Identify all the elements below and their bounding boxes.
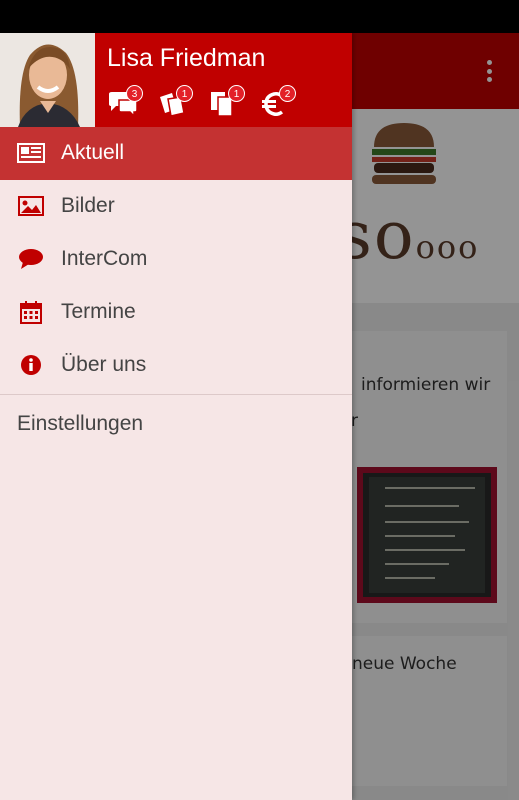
info-icon: [17, 353, 45, 377]
menu-label-termine: Termine: [61, 300, 136, 323]
payments-counter[interactable]: 2: [260, 85, 300, 119]
menu-item-aktuell[interactable]: Aktuell: [0, 127, 352, 180]
menu-item-termine[interactable]: Termine: [0, 286, 352, 339]
menu-label-ueber-uns: Über uns: [61, 353, 147, 376]
navigation-drawer: Lisa Friedman 3 1 1 2 Aktuell Bilder Int…: [0, 33, 352, 800]
drawer-header: Lisa Friedman 3 1 1 2: [0, 33, 352, 127]
calendar-icon: [17, 300, 45, 324]
avatar[interactable]: [0, 33, 95, 127]
documents-counter[interactable]: 1: [209, 85, 249, 119]
documents-badge: 1: [228, 85, 245, 102]
settings-item[interactable]: Einstellungen: [0, 395, 352, 455]
menu-item-intercom[interactable]: InterCom: [0, 233, 352, 286]
newspaper-icon: [17, 141, 45, 165]
menu-label-aktuell: Aktuell: [61, 141, 125, 164]
user-photo: [0, 33, 95, 127]
status-bar: [0, 0, 519, 33]
menu-item-ueber-uns[interactable]: Über uns: [0, 339, 352, 392]
messages-counter[interactable]: 3: [107, 85, 147, 119]
menu-label-intercom: InterCom: [61, 247, 148, 270]
user-name: Lisa Friedman: [107, 44, 266, 72]
tickets-badge: 1: [176, 85, 193, 102]
tickets-counter[interactable]: 1: [157, 85, 197, 119]
payments-badge: 2: [279, 85, 296, 102]
drawer-menu: Aktuell Bilder InterCom Termine Über uns…: [0, 127, 352, 455]
settings-label: Einstellungen: [17, 412, 144, 435]
messages-badge: 3: [126, 85, 143, 102]
image-icon: [17, 194, 45, 218]
chat-icon: [17, 247, 45, 271]
menu-item-bilder[interactable]: Bilder: [0, 180, 352, 233]
counter-row: 3 1 1 2: [107, 85, 347, 119]
menu-label-bilder: Bilder: [61, 194, 115, 217]
